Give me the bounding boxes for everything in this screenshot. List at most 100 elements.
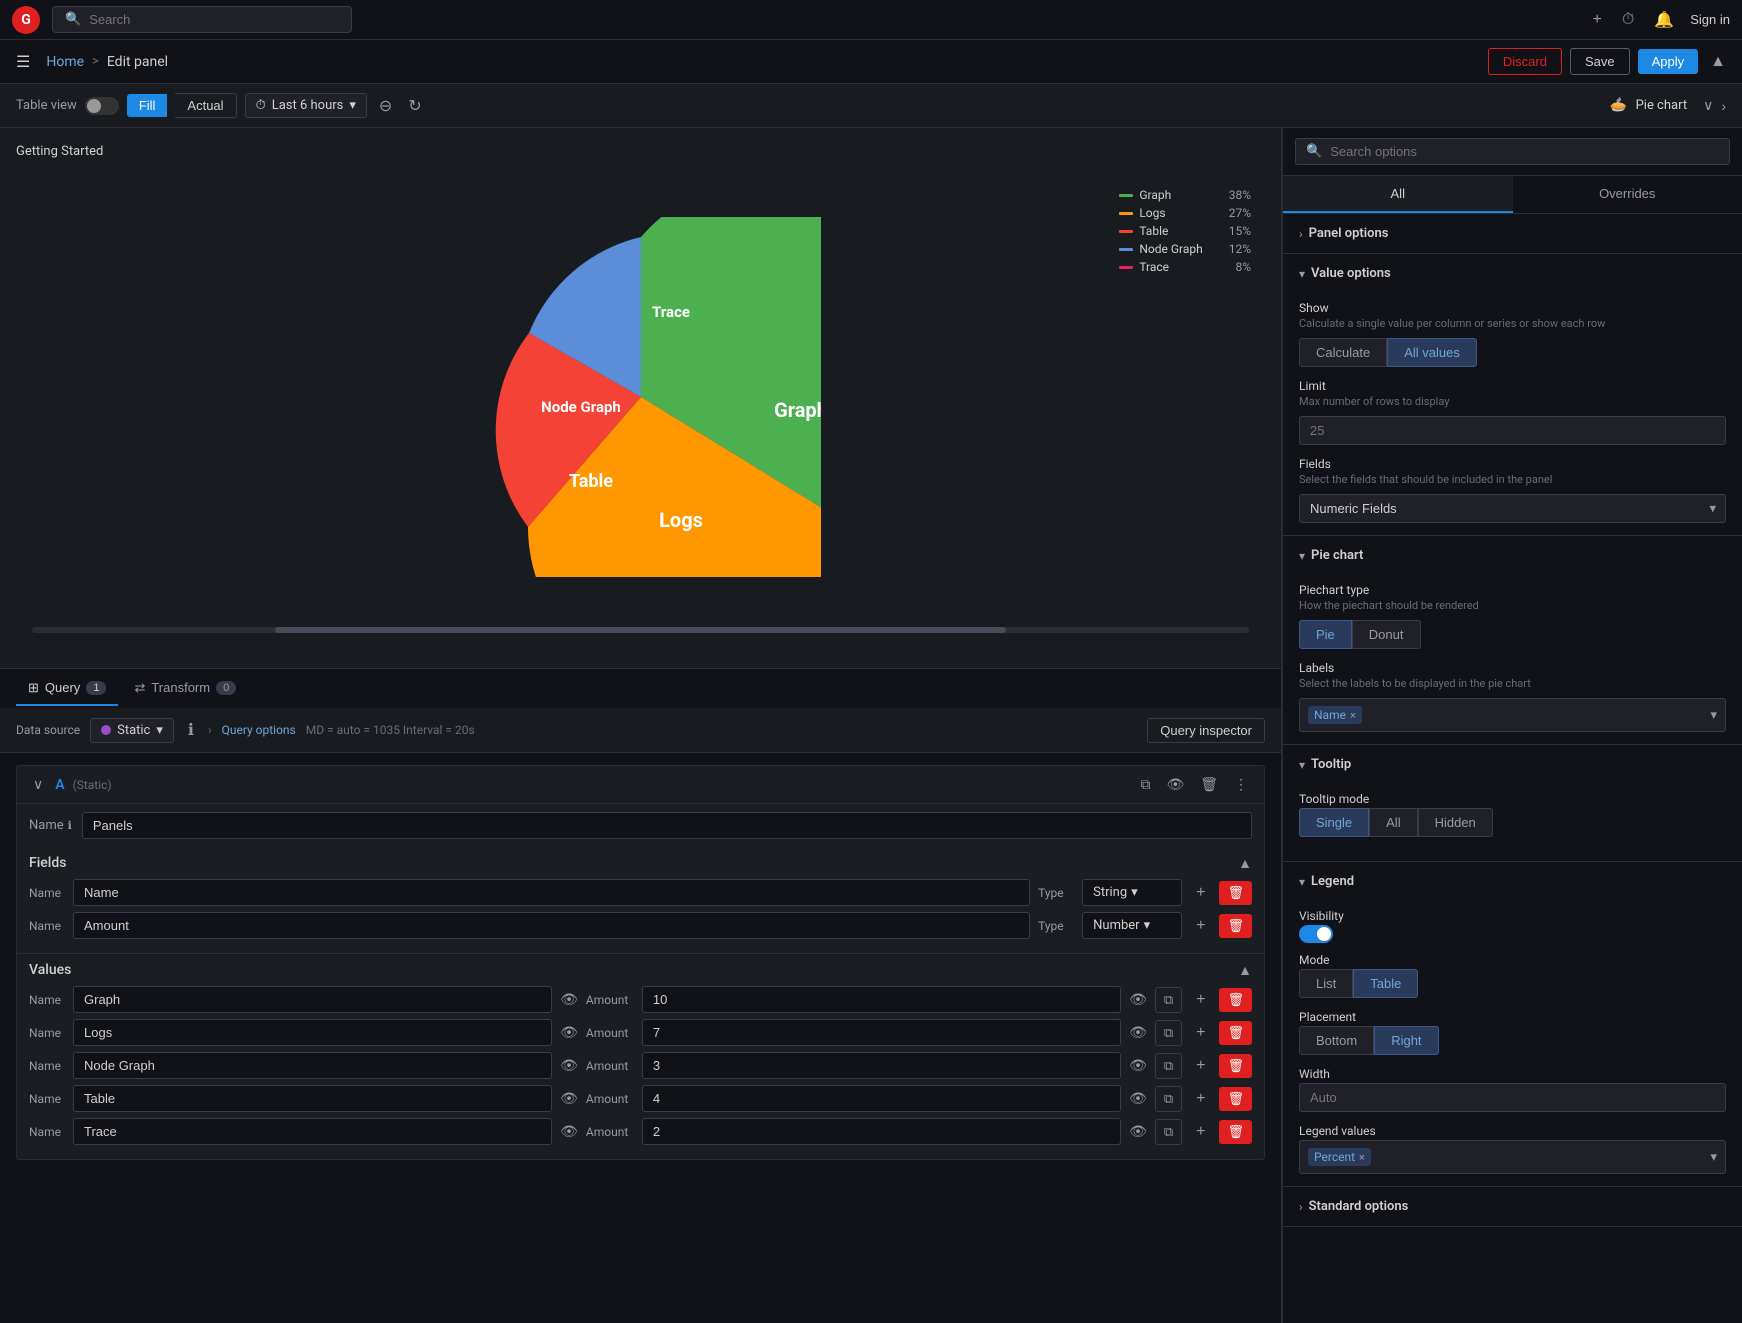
values-collapse-button[interactable]: ▲ xyxy=(1238,962,1252,978)
val-add-btn-4[interactable]: + xyxy=(1190,1088,1211,1110)
search-bar[interactable]: 🔍 xyxy=(52,6,352,33)
donut-btn[interactable]: Donut xyxy=(1352,620,1421,649)
panel-options-header[interactable]: › Panel options xyxy=(1283,214,1742,253)
field-type-select-2[interactable]: Number ▾ xyxy=(1082,912,1182,939)
save-button[interactable]: Save xyxy=(1570,48,1630,75)
query-eye-button[interactable]: 👁 xyxy=(1162,774,1188,795)
val-amount-input-2[interactable] xyxy=(642,1019,1121,1046)
options-search-inner[interactable]: 🔍 xyxy=(1295,138,1730,165)
val-amount-input-1[interactable] xyxy=(642,986,1121,1013)
chart-scrollbar[interactable] xyxy=(32,627,1249,633)
tag-remove-percent[interactable]: × xyxy=(1359,1151,1365,1164)
options-search-input[interactable] xyxy=(1330,144,1719,159)
val-amount-eye-3[interactable]: 👁 xyxy=(1129,1057,1147,1074)
standard-options-section[interactable]: › Standard options xyxy=(1283,1187,1742,1227)
sign-in-button[interactable]: Sign in xyxy=(1690,12,1730,27)
value-options-header[interactable]: ▾ Value options xyxy=(1283,254,1742,293)
val-amount-eye-1[interactable]: 👁 xyxy=(1129,991,1147,1008)
query-copy-button[interactable]: ⧉ xyxy=(1136,774,1154,795)
val-eye-btn-5[interactable]: 👁 xyxy=(560,1123,578,1140)
breadcrumb-home[interactable]: Home xyxy=(46,54,84,70)
panel-nav-next[interactable]: › xyxy=(1721,98,1726,114)
zoom-out-button[interactable]: ⊖ xyxy=(375,92,396,120)
pie-chart-header[interactable]: ▾ Pie chart xyxy=(1283,536,1742,575)
val-amount-eye-2[interactable]: 👁 xyxy=(1129,1024,1147,1041)
actual-button[interactable]: Actual xyxy=(175,93,236,118)
val-name-input-1[interactable] xyxy=(73,986,552,1013)
add-field-button-2[interactable]: + xyxy=(1190,915,1211,937)
tab-overrides[interactable]: Overrides xyxy=(1513,176,1742,213)
val-name-input-4[interactable] xyxy=(73,1085,552,1112)
legend-values-dropdown[interactable]: ▾ xyxy=(1710,1150,1717,1165)
val-add-btn-5[interactable]: + xyxy=(1190,1121,1211,1143)
field-name-input-1[interactable] xyxy=(73,879,1030,906)
name-input[interactable] xyxy=(82,812,1252,839)
add-button[interactable]: + xyxy=(1589,7,1606,33)
val-del-btn-2[interactable]: 🗑 xyxy=(1219,1021,1252,1045)
del-field-button-1[interactable]: 🗑 xyxy=(1219,881,1252,905)
datasource-selector[interactable]: Static ▾ xyxy=(90,718,174,743)
labels-tag-input[interactable]: Name × ▾ xyxy=(1299,698,1726,732)
val-copy-btn-5[interactable]: ⧉ xyxy=(1155,1119,1182,1145)
val-name-input-2[interactable] xyxy=(73,1019,552,1046)
val-del-btn-3[interactable]: 🗑 xyxy=(1219,1054,1252,1078)
tooltip-all-btn[interactable]: All xyxy=(1369,808,1417,837)
tab-transform[interactable]: ⇄ Transform 0 xyxy=(122,672,248,706)
limit-input[interactable] xyxy=(1299,416,1726,445)
tab-query[interactable]: ⊞ Query 1 xyxy=(16,672,118,706)
val-eye-btn-3[interactable]: 👁 xyxy=(560,1057,578,1074)
all-values-button[interactable]: All values xyxy=(1387,338,1477,367)
val-copy-btn-1[interactable]: ⧉ xyxy=(1155,987,1182,1013)
tooltip-hidden-btn[interactable]: Hidden xyxy=(1418,808,1493,837)
fill-button[interactable]: Fill xyxy=(127,94,168,117)
val-add-btn-2[interactable]: + xyxy=(1190,1022,1211,1044)
tag-remove[interactable]: × xyxy=(1350,709,1356,722)
right-btn[interactable]: Right xyxy=(1374,1026,1438,1055)
bottom-btn[interactable]: Bottom xyxy=(1299,1026,1374,1055)
datasource-info-button[interactable]: ℹ xyxy=(184,716,198,744)
discard-button[interactable]: Discard xyxy=(1488,48,1562,75)
fields-select[interactable]: Numeric Fields xyxy=(1299,494,1726,523)
tooltip-single-btn[interactable]: Single xyxy=(1299,808,1369,837)
val-name-input-5[interactable] xyxy=(73,1118,552,1145)
pie-btn[interactable]: Pie xyxy=(1299,620,1352,649)
fields-collapse-button[interactable]: ▲ xyxy=(1238,855,1252,871)
val-amount-input-4[interactable] xyxy=(642,1085,1121,1112)
add-field-button-1[interactable]: + xyxy=(1190,882,1211,904)
val-eye-btn-2[interactable]: 👁 xyxy=(560,1024,578,1041)
calculate-button[interactable]: Calculate xyxy=(1299,338,1387,367)
query-inspector-button[interactable]: Query inspector xyxy=(1147,718,1265,743)
table-btn[interactable]: Table xyxy=(1353,969,1418,998)
list-btn[interactable]: List xyxy=(1299,969,1353,998)
val-copy-btn-4[interactable]: ⧉ xyxy=(1155,1086,1182,1112)
val-amount-input-3[interactable] xyxy=(642,1052,1121,1079)
del-field-button-2[interactable]: 🗑 xyxy=(1219,914,1252,938)
history-button[interactable]: ⏱ xyxy=(1618,7,1638,33)
val-copy-btn-2[interactable]: ⧉ xyxy=(1155,1020,1182,1046)
collapse-button[interactable]: ▲ xyxy=(1710,53,1726,71)
width-input[interactable] xyxy=(1299,1083,1726,1112)
time-range-picker[interactable]: ⏱ Last 6 hours ▾ xyxy=(245,93,367,118)
panel-nav-prev[interactable]: ∨ xyxy=(1703,97,1713,114)
query-options-link[interactable]: Query options xyxy=(222,723,296,737)
val-del-btn-1[interactable]: 🗑 xyxy=(1219,988,1252,1012)
val-add-btn-3[interactable]: + xyxy=(1190,1055,1211,1077)
val-copy-btn-3[interactable]: ⧉ xyxy=(1155,1053,1182,1079)
val-add-btn-1[interactable]: + xyxy=(1190,989,1211,1011)
query-collapse-button[interactable]: ∨ xyxy=(29,774,47,795)
val-eye-btn-4[interactable]: 👁 xyxy=(560,1090,578,1107)
refresh-button[interactable]: ↻ xyxy=(404,92,425,120)
val-del-btn-4[interactable]: 🗑 xyxy=(1219,1087,1252,1111)
field-type-select-1[interactable]: String ▾ xyxy=(1082,879,1182,906)
field-name-input-2[interactable] xyxy=(73,912,1030,939)
tab-all[interactable]: All xyxy=(1283,176,1513,213)
val-amount-eye-5[interactable]: 👁 xyxy=(1129,1123,1147,1140)
visibility-toggle[interactable] xyxy=(1299,925,1333,943)
apply-button[interactable]: Apply xyxy=(1638,49,1699,74)
query-trash-button[interactable]: 🗑 xyxy=(1196,774,1222,795)
val-del-btn-5[interactable]: 🗑 xyxy=(1219,1120,1252,1144)
val-name-input-3[interactable] xyxy=(73,1052,552,1079)
val-amount-eye-4[interactable]: 👁 xyxy=(1129,1090,1147,1107)
val-amount-input-5[interactable] xyxy=(642,1118,1121,1145)
search-input[interactable] xyxy=(89,12,339,27)
